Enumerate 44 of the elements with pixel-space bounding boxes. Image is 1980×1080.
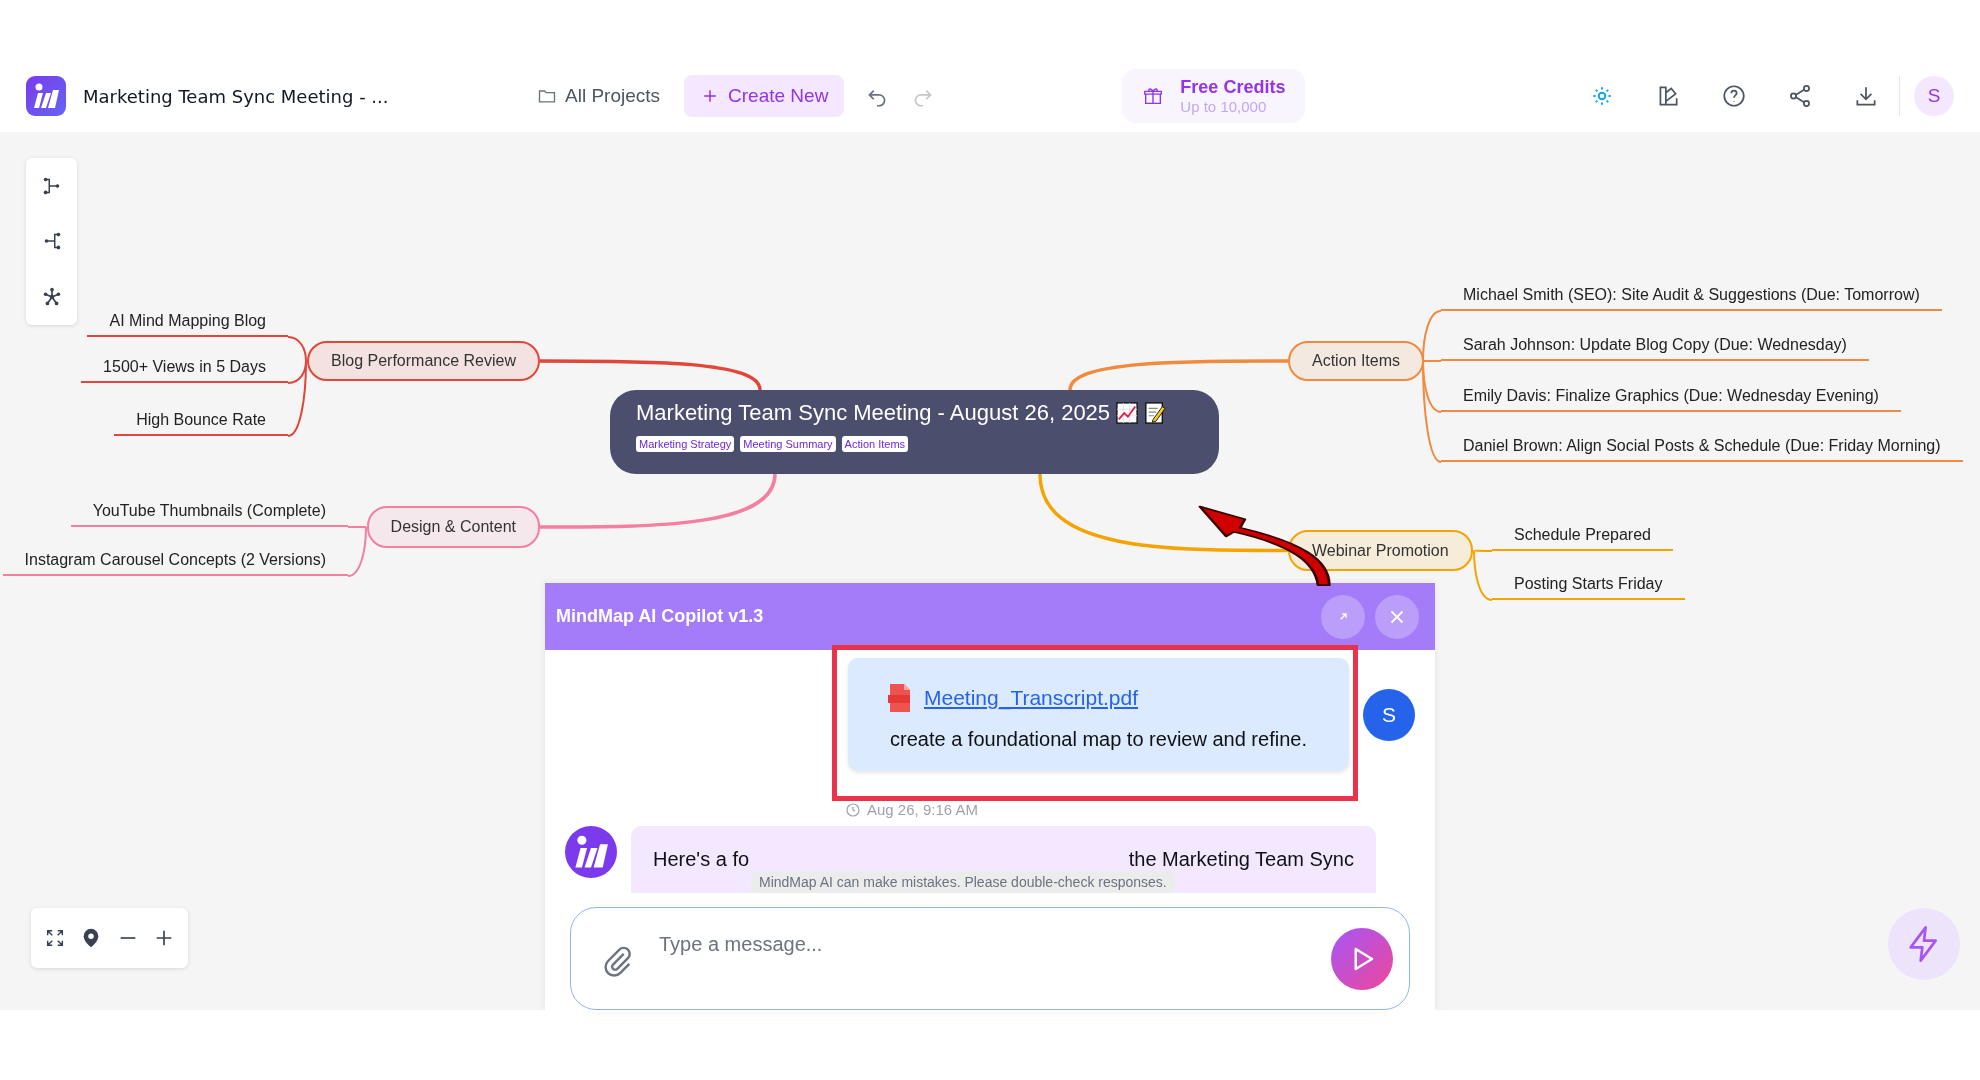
central-topic-node[interactable]: Marketing Team Sync Meeting - August 26, 2025 Marketing Strategy Meeting Summary Action Items [610, 390, 1219, 474]
disclaimer-note: MindMap AI can make mistakes. Please double-check responses. [751, 871, 1175, 893]
assistant-avatar [565, 826, 617, 878]
chat-title: MindMap AI Copilot v1.3 [556, 606, 764, 627]
pdf-file-icon [888, 684, 912, 712]
memo-icon [1144, 402, 1167, 424]
leaf-topic[interactable]: Instagram Carousel Concepts (2 Versions) [2, 548, 348, 576]
message-input[interactable]: Type a message... [657, 932, 1309, 957]
help-icon[interactable] [1721, 83, 1747, 109]
assistant-message-text: the Marketing Team Sync [1128, 848, 1354, 872]
user-avatar[interactable]: S [1914, 76, 1954, 116]
assistant-message-text: Here's a fo [653, 848, 750, 872]
leaf-topic[interactable]: 1500+ Views in 5 Days [81, 355, 288, 383]
leaf-topic[interactable]: Posting Starts Friday [1492, 572, 1685, 600]
share-icon[interactable] [1787, 83, 1813, 109]
branch-node[interactable]: Action Items [1288, 341, 1425, 381]
create-new-button[interactable]: Create New [684, 75, 845, 117]
chart-icon [1116, 402, 1139, 424]
gift-icon [1142, 85, 1165, 107]
app-logo[interactable] [26, 76, 66, 116]
leaf-topic[interactable]: YouTube Thumbnails (Complete) [70, 499, 348, 527]
leaf-topic[interactable]: AI Mind Mapping Blog [87, 309, 288, 337]
topic-tag: Meeting Summary [740, 436, 836, 452]
clock-icon [845, 801, 861, 818]
topic-tag: Action Items [841, 436, 909, 452]
attachment-link[interactable]: Meeting_Transcript.pdf [924, 686, 1138, 710]
all-projects-button[interactable]: All Projects [533, 77, 665, 115]
user-avatar: S [1363, 688, 1415, 741]
leaf-topic[interactable]: High Bounce Rate [114, 408, 288, 436]
user-message-text: create a foundational map to review and refine. [890, 728, 1307, 751]
leaf-topic[interactable]: Schedule Prepared [1492, 523, 1673, 551]
document-title: Marketing Team Sync Meeting - ... [83, 85, 390, 107]
leaf-topic[interactable]: Emily Davis: Finalize Graphics (Due: Wednesday Evening) [1441, 384, 1901, 412]
branch-node[interactable]: Design & Content [366, 506, 540, 548]
topic-tag: Marketing Strategy [636, 436, 735, 452]
close-button[interactable] [1375, 594, 1419, 639]
free-credits-button[interactable]: Free Credits Up to 10,000 [1122, 69, 1306, 123]
leaf-topic[interactable]: Sarah Johnson: Update Blog Copy (Due: Wednesday) [1441, 333, 1869, 361]
leaf-topic[interactable]: Michael Smith (SEO): Site Audit & Suggestions (Due: Tomorrow) [1441, 283, 1942, 311]
leaf-topic[interactable]: Daniel Brown: Align Social Posts & Schedule (Due: Friday Morning) [1441, 434, 1963, 462]
message-timestamp: Aug 26, 9:16 AM [867, 801, 978, 818]
central-topic-title: Marketing Team Sync Meeting - August 26, 2025 [636, 400, 1111, 426]
branch-node[interactable]: Webinar Promotion [1288, 530, 1473, 571]
branch-node[interactable]: Blog Performance Review [307, 341, 540, 381]
